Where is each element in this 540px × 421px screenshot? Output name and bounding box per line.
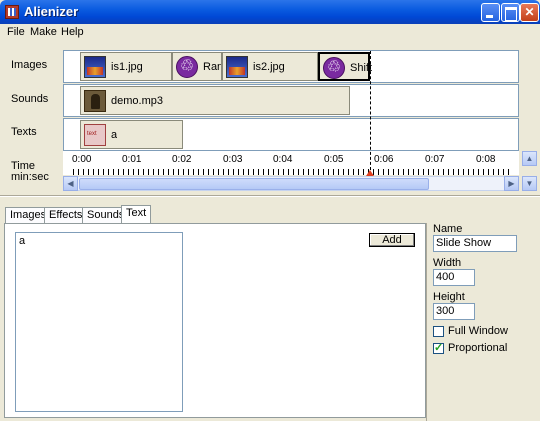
proportional-label: Proportional xyxy=(448,342,508,354)
close-icon: ✕ xyxy=(524,5,535,19)
scroll-down-icon[interactable]: ▼ xyxy=(522,176,537,191)
minimize-button[interactable] xyxy=(481,3,500,22)
scroll-thumb[interactable] xyxy=(79,178,429,190)
timeline-horizontal-scrollbar[interactable]: ◀ ▶ xyxy=(63,176,519,191)
tick-label: 0:00 xyxy=(72,154,92,165)
width-label: Width xyxy=(433,257,462,269)
height-label: Height xyxy=(433,291,465,303)
tab-text[interactable]: Text xyxy=(121,205,152,224)
full-window-label: Full Window xyxy=(448,325,508,337)
scroll-left-icon[interactable]: ◀ xyxy=(63,176,78,191)
images-track-label: Images xyxy=(11,59,48,71)
menu-help[interactable]: Help xyxy=(61,26,84,38)
texts-track-label: Texts xyxy=(11,126,37,138)
clip-label: Rand xyxy=(203,61,221,73)
panel-divider xyxy=(426,223,427,421)
image-icon xyxy=(84,56,106,78)
menu-make[interactable]: Make xyxy=(30,26,57,38)
text-input[interactable]: a xyxy=(15,232,183,412)
clip-effect-2[interactable]: Shift xyxy=(318,52,373,81)
clip-effect-1[interactable]: Rand xyxy=(172,52,222,81)
title-bar: Alienizer ✕ xyxy=(0,0,540,24)
full-window-checkbox[interactable] xyxy=(433,326,444,337)
tick-label: 0:03 xyxy=(223,154,243,165)
minimize-icon xyxy=(482,4,499,21)
tick-label: 0:07 xyxy=(425,154,445,165)
effect-icon xyxy=(323,57,345,79)
scroll-right-icon[interactable]: ▶ xyxy=(504,176,519,191)
tick-label: 0:04 xyxy=(273,154,293,165)
clip-label: demo.mp3 xyxy=(111,95,163,107)
sounds-track-label: Sounds xyxy=(11,93,49,105)
texts-track[interactable]: a xyxy=(63,118,519,151)
tick-label: 0:08 xyxy=(476,154,496,165)
tick-label: 0:02 xyxy=(172,154,192,165)
menu-file[interactable]: File xyxy=(7,26,25,38)
images-track[interactable]: is1.jpg Rand is2.jpg Shift xyxy=(63,50,519,83)
scroll-up-icon[interactable]: ▲ xyxy=(522,151,537,166)
clip-label: Shift xyxy=(350,62,373,74)
app-icon xyxy=(5,5,19,19)
width-field[interactable]: 400 xyxy=(433,269,475,286)
clip-image-1[interactable]: is1.jpg xyxy=(80,52,172,81)
splitter[interactable] xyxy=(0,195,540,197)
ruler-ticks xyxy=(73,169,513,175)
name-label: Name xyxy=(433,223,463,235)
tick-label: 0:05 xyxy=(324,154,344,165)
add-button[interactable]: Add xyxy=(369,233,415,247)
tick-label: 0:06 xyxy=(374,154,394,165)
window-title: Alienizer xyxy=(24,4,79,19)
clip-image-2[interactable]: is2.jpg xyxy=(222,52,318,81)
effect-icon xyxy=(176,56,198,78)
tick-label: 0:01 xyxy=(122,154,142,165)
clip-label: a xyxy=(111,129,118,141)
clip-text-1[interactable]: a xyxy=(80,120,183,149)
menu-bar: File Make Help xyxy=(0,24,540,41)
height-field[interactable]: 300 xyxy=(433,303,475,320)
text-icon xyxy=(84,124,106,146)
time-unit-label: min:sec xyxy=(11,171,49,183)
proportional-checkbox[interactable] xyxy=(433,341,444,354)
tab-effects[interactable]: Effects xyxy=(44,207,88,223)
clip-label: is2.jpg xyxy=(253,61,285,73)
clip-label: is1.jpg xyxy=(111,61,143,73)
text-tab-panel: a Add xyxy=(4,223,426,418)
timeline-ruler[interactable]: 0:00 0:01 0:02 0:03 0:04 0:05 0:06 0:07 … xyxy=(63,151,519,175)
sounds-track[interactable]: demo.mp3 xyxy=(63,84,519,117)
image-icon xyxy=(226,56,248,78)
maximize-button[interactable] xyxy=(501,3,520,22)
sound-icon xyxy=(84,90,106,112)
maximize-icon xyxy=(502,4,519,21)
close-button[interactable]: ✕ xyxy=(520,3,539,22)
playhead-line[interactable] xyxy=(370,51,371,175)
name-field[interactable]: Slide Show xyxy=(433,235,517,252)
clip-sound-1[interactable]: demo.mp3 xyxy=(80,86,350,115)
